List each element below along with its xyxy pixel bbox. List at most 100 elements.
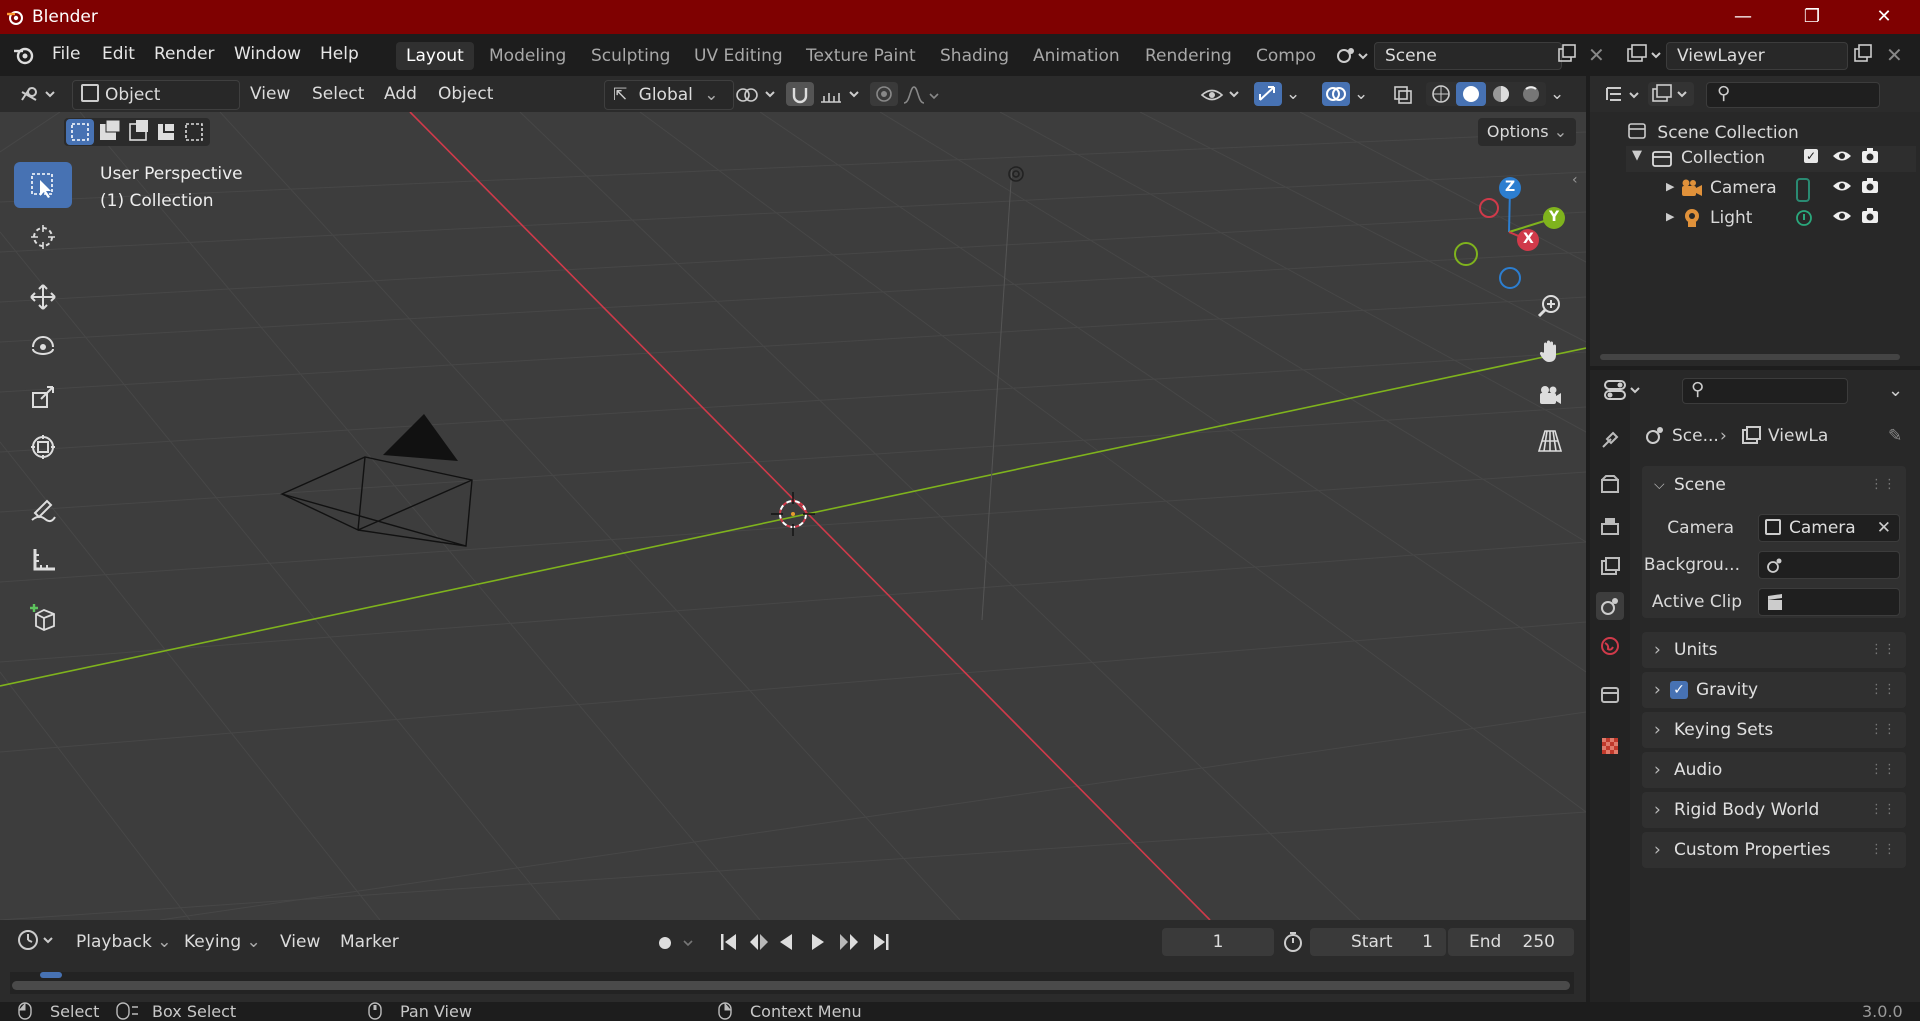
outliner-search-input[interactable]: ⚲ (1706, 82, 1880, 108)
outliner-camera-row[interactable]: ▶ Camera (1626, 176, 1916, 202)
cursor-tool[interactable] (14, 214, 72, 260)
eye-icon[interactable] (1832, 176, 1852, 196)
record-keyframe-icon[interactable] (654, 932, 698, 954)
expand-arrow-icon[interactable]: ▶ (1666, 210, 1674, 223)
viewport-menu-view[interactable]: View (242, 80, 298, 108)
tab-modeling[interactable]: Modeling (479, 42, 576, 70)
render-camera-icon[interactable] (1860, 206, 1880, 226)
tool-tab-icon[interactable] (1596, 426, 1624, 454)
tab-texture-paint[interactable]: Texture Paint (796, 42, 926, 70)
render-camera-icon[interactable] (1860, 176, 1880, 196)
collapse-arrow-icon[interactable]: ▼ (1632, 148, 1642, 163)
minimize-button[interactable]: — (1715, 0, 1771, 34)
menu-help[interactable]: Help (320, 44, 359, 64)
outliner-editor-type-icon[interactable] (1604, 84, 1644, 106)
scene-camera-field[interactable]: Camera ✕ (1758, 514, 1900, 542)
expand-arrow-icon[interactable]: ▶ (1666, 180, 1674, 193)
tab-animation[interactable]: Animation (1023, 42, 1130, 70)
drag-handle-icon[interactable]: ⋮⋮ (1870, 712, 1896, 748)
properties-options-chevron-icon[interactable]: ⌄ (1888, 380, 1903, 401)
menu-file[interactable]: File (52, 44, 80, 64)
viewlayer-browse-button[interactable] (1626, 43, 1666, 67)
menu-edit[interactable]: Edit (102, 44, 135, 64)
drag-handle-icon[interactable]: ⋮⋮ (1870, 672, 1896, 708)
timeline-scrubber[interactable] (10, 972, 1574, 994)
properties-editor-type-icon[interactable] (1602, 376, 1644, 404)
start-frame-field[interactable]: Start 1 (1310, 928, 1446, 956)
drag-handle-icon[interactable]: ⋮⋮ (1870, 632, 1896, 668)
sidebar-toggle-icon[interactable]: ‹ (1572, 172, 1578, 188)
overlays-dropdown-icon[interactable]: ⌄ (1354, 84, 1368, 104)
rigid-body-world-panel-header[interactable]: › Rigid Body World ⋮⋮ (1642, 792, 1906, 828)
pin-icon[interactable]: ✎ (1888, 422, 1902, 450)
annotate-tool[interactable] (14, 486, 72, 532)
timeline-editor-type-icon[interactable] (16, 928, 58, 952)
scene-tab-icon[interactable] (1596, 592, 1624, 620)
render-camera-icon[interactable] (1860, 146, 1880, 166)
audio-panel-header[interactable]: › Audio ⋮⋮ (1642, 752, 1906, 788)
viewlayer-name-field[interactable]: ViewLayer (1666, 42, 1848, 70)
xray-toggle-icon[interactable] (1392, 84, 1414, 106)
viewport-menu-add[interactable]: Add (376, 80, 425, 108)
background-scene-field[interactable] (1758, 551, 1900, 579)
scene-collection-row[interactable]: Scene Collection (1626, 120, 1799, 143)
gravity-panel-header[interactable]: › ✓ Gravity ⋮⋮ (1642, 672, 1906, 708)
scene-browse-button[interactable] (1334, 42, 1372, 70)
outliner-light-row[interactable]: ▶ Light (1626, 206, 1916, 232)
properties-search-input[interactable]: ⚲ (1682, 378, 1848, 404)
zoom-icon[interactable] (1532, 288, 1568, 324)
output-tab-icon[interactable] (1596, 512, 1624, 540)
perspective-toggle-icon[interactable] (1532, 423, 1568, 459)
add-cube-tool[interactable] (14, 594, 72, 640)
playhead[interactable] (40, 972, 62, 978)
eye-icon[interactable] (1832, 146, 1852, 166)
blender-menu-icon[interactable] (12, 43, 36, 67)
visibility-icon[interactable] (1200, 84, 1246, 106)
eye-icon[interactable] (1832, 206, 1852, 226)
transform-orientation-dropdown[interactable]: ⇱ Global ⌄ (604, 80, 734, 110)
tab-uv-editing[interactable]: UV Editing (684, 42, 793, 70)
timeline-scrollbar[interactable] (12, 981, 1570, 990)
viewport-menu-select[interactable]: Select (304, 80, 372, 108)
world-tab-icon[interactable] (1596, 632, 1624, 660)
new-viewlayer-icon[interactable] (1852, 43, 1874, 65)
drag-handle-icon[interactable]: ⋮⋮ (1870, 752, 1896, 788)
timeline-menu-playback[interactable]: Playback ⌄ (68, 928, 180, 956)
tab-layout[interactable]: Layout (396, 42, 474, 70)
viewport-menu-object[interactable]: Object (430, 80, 501, 108)
tab-compositing[interactable]: Compo (1246, 42, 1326, 70)
falloff-icon[interactable] (902, 84, 942, 106)
render-tab-icon[interactable] (1596, 470, 1624, 498)
shading-dropdown-icon[interactable]: ⌄ (1550, 84, 1564, 104)
drag-handle-icon[interactable]: ⋮⋮ (1870, 792, 1896, 828)
scale-tool[interactable] (14, 374, 72, 420)
outliner-scrollbar[interactable] (1600, 354, 1900, 360)
proportional-edit-icon[interactable] (870, 82, 898, 106)
active-clip-field[interactable] (1758, 588, 1900, 616)
tab-rendering[interactable]: Rendering (1135, 42, 1242, 70)
custom-properties-panel-header[interactable]: › Custom Properties ⋮⋮ (1642, 832, 1906, 868)
delete-viewlayer-icon[interactable]: ✕ (1886, 43, 1903, 67)
camera-view-icon[interactable] (1532, 378, 1568, 414)
scene-name-field[interactable]: Scene (1374, 42, 1562, 70)
exclude-checkbox[interactable]: ✓ (1804, 149, 1818, 163)
tab-shading[interactable]: Shading (930, 42, 1019, 70)
keying-sets-panel-header[interactable]: › Keying Sets ⋮⋮ (1642, 712, 1906, 748)
timeline-menu-keying[interactable]: Keying ⌄ (176, 928, 269, 956)
menu-render[interactable]: Render (154, 44, 215, 64)
display-mode-icon[interactable] (1648, 82, 1694, 106)
preview-range-icon[interactable] (1282, 931, 1304, 953)
units-panel-header[interactable]: › Units ⋮⋮ (1642, 632, 1906, 668)
rotate-tool[interactable] (14, 324, 72, 370)
transform-tool[interactable] (14, 424, 72, 470)
pivot-point-icon[interactable] (734, 84, 780, 106)
snap-target-icon[interactable] (818, 84, 864, 106)
drag-handle-icon[interactable]: ⋮⋮ (1870, 832, 1896, 868)
overlays-toggle-icon[interactable] (1322, 82, 1350, 106)
measure-tool[interactable] (14, 536, 72, 582)
clear-icon[interactable]: ✕ (1877, 515, 1891, 541)
end-frame-field[interactable]: End 250 (1448, 928, 1574, 956)
3d-viewport[interactable]: User Perspective (1) Collection Options … (0, 112, 1586, 920)
texture-tab-icon[interactable] (1596, 732, 1624, 760)
timeline-menu-view[interactable]: View (272, 928, 328, 956)
